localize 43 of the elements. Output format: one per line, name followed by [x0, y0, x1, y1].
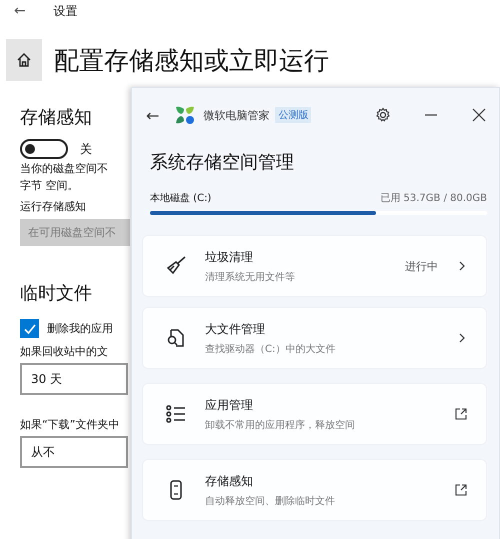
description-text: 当你的磁盘空间不: [20, 161, 109, 176]
broom-icon: [165, 255, 187, 277]
home-button[interactable]: [6, 39, 42, 81]
dropdown[interactable]: 30 天: [20, 363, 128, 395]
section-title: 临时文件: [20, 282, 93, 305]
card-subtitle: 查找驱动器（C:）中的大文件: [205, 342, 336, 356]
description-text: 字节 空间。: [20, 178, 80, 193]
dropdown[interactable]: 从不: [20, 436, 128, 468]
back-button[interactable]: ←: [14, 3, 26, 19]
field-label: 如果回收站中的文: [20, 344, 109, 359]
feature-card[interactable]: 应用管理 卸载不常用的应用程序，释放空间: [142, 383, 487, 445]
card-title: 垃圾清理: [205, 248, 254, 266]
disk-label: 本地磁盘 (C:): [150, 192, 212, 205]
beta-badge: 公测版: [275, 107, 312, 123]
window-title: 设置: [54, 2, 78, 20]
run-label: 运行存储感知: [20, 199, 87, 214]
logo-icon: [175, 105, 196, 125]
section-heading: 系统存储空间管理: [149, 151, 295, 174]
section-title: 存储感知: [20, 106, 93, 129]
checkbox[interactable]: [20, 319, 39, 338]
feature-card[interactable]: 大文件管理 查找驱动器（C:）中的大文件: [142, 307, 487, 369]
app-name: 微软电脑管家: [203, 108, 270, 122]
disk-usage: 已用 53.7GB / 80.0GB: [380, 192, 487, 205]
page-heading: 配置存储感知或立即运行: [54, 44, 329, 76]
card-title: 大文件管理: [205, 320, 266, 338]
toggle-switch[interactable]: [20, 139, 68, 159]
card-title: 存储感知: [205, 472, 254, 490]
card-subtitle: 自动释放空间、删除临时文件: [205, 494, 336, 508]
list-icon: [165, 403, 187, 425]
card-title: 应用管理: [205, 396, 254, 414]
feature-card[interactable]: 存储感知 自动释放空间、删除临时文件: [142, 459, 487, 521]
card-subtitle: 清理系统无用文件等: [205, 270, 296, 284]
toggle-label: 关: [80, 140, 92, 158]
settings-icon[interactable]: [375, 107, 391, 123]
field-label: 如果“下载”文件夹中: [20, 417, 120, 432]
card-subtitle: 卸载不常用的应用程序，释放空间: [205, 418, 356, 432]
file-search-icon: [165, 327, 187, 349]
checkbox-label: 删除我的应用: [47, 321, 113, 336]
feature-card[interactable]: 垃圾清理 清理系统无用文件等 进行中: [142, 235, 487, 297]
back-button[interactable]: ←: [146, 106, 160, 124]
home-icon: [16, 52, 32, 68]
status-text: 进行中: [405, 258, 438, 274]
close-icon[interactable]: [471, 107, 487, 123]
